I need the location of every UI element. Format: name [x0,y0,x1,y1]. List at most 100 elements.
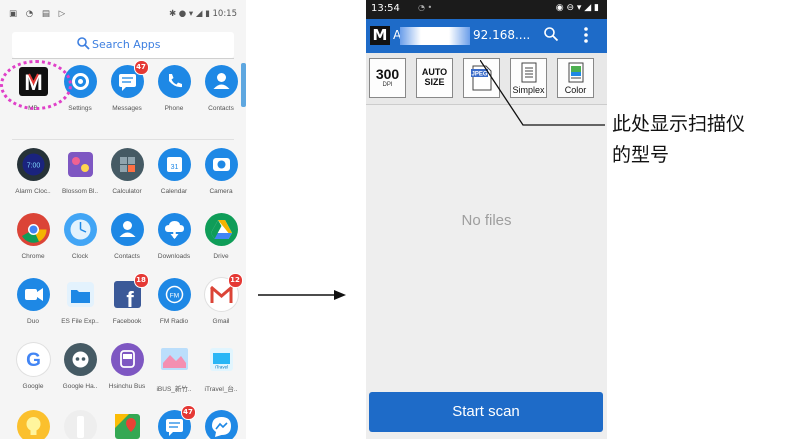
calendar-icon: 31 [157,148,191,181]
right-arrow-icon [258,290,346,300]
bulb-icon [16,410,50,439]
app-label: Contacts [114,253,140,260]
app-label: FM Radio [159,318,189,325]
paper-size-button[interactable]: AUTO SIZE [416,58,453,98]
app-label: Chrome [21,253,45,260]
svg-text:7:00: 7:00 [26,163,40,170]
app-icon-alarm-cloc[interactable]: 7:00 Alarm Cloc.. [9,148,57,195]
empty-state-message: No files [461,212,512,229]
app-icon-fm-radio[interactable]: FM FM Radio [150,278,198,325]
facebook-icon: f 18 [111,273,149,312]
app-icon-calculator[interactable]: Calculator [103,148,151,195]
search-apps-bar[interactable]: Search Apps [12,32,234,58]
svg-text:G: G [26,350,41,371]
search-placeholder: Search Apps [92,38,161,51]
app-icon-blossom-bl[interactable]: Blossom Bl.. [56,148,104,195]
notification-badge: 18 [133,273,149,288]
map-thumbnail-icon [158,343,191,376]
app-icon-downloads[interactable]: Downloads [150,213,198,260]
resolution-button[interactable]: 300 DPI [369,58,406,98]
callout-text: 此处显示扫描仪 的型号 [612,109,797,171]
app-label: ES File Exp.. [61,318,99,325]
bus-icon [110,343,144,376]
app-icon-messenger[interactable] [197,410,245,439]
app-icon-calendar[interactable]: 31 Calendar [150,148,198,195]
status-icons: ✱ ● ▾ ◢ ▮ 10:15 [168,9,238,19]
app-icon-clock[interactable]: Clock [56,213,104,260]
app-icon-contacts[interactable]: Contacts [103,213,151,260]
app-label: iBUS_新竹.. [156,386,192,393]
start-scan-button[interactable]: Start scan [369,392,603,432]
app-label: Clock [71,253,89,260]
app-icon-itravel[interactable]: iTravel iTravel_台.. [197,343,245,393]
scanner-model-area [400,27,470,45]
app-label: Gmail [212,318,230,325]
contacts-icon [204,65,238,98]
app-label: Calculator [112,188,142,195]
message-icon: 47 [110,60,149,98]
google-icon: G [16,343,50,376]
notification-badge: 12 [227,273,243,288]
svg-text:31: 31 [170,164,178,171]
notification-icons: ◔ • [418,3,433,12]
callout-leader-line [480,60,605,126]
video-icon [16,278,50,311]
app-icon-drive[interactable]: Drive [197,213,245,260]
contacts-icon [110,213,144,246]
app-drawer-screen: ▣ ◔ ▤ ▷ ✱ ● ▾ ◢ ▮ 10:15 Search Apps M MB S… [0,0,246,439]
clock-icon [63,213,97,246]
notification-icons: ▣ ◔ ▤ ▷ [9,9,69,19]
search-icon[interactable] [543,26,559,42]
app-icon-messages[interactable]: 47 Messages [103,60,151,112]
app-label: Calendar [160,188,188,195]
app-icon-google[interactable]: G Google [9,343,57,390]
app-icon-google-ha[interactable]: Google Ha.. [56,343,104,390]
size-line1: AUTO [421,67,448,77]
radio-icon: FM [157,278,191,311]
message-icon: 47 [157,405,196,439]
app-icon-maps[interactable] [103,410,151,439]
app-icon-camera[interactable]: Camera [197,148,245,195]
app-icon-bulb[interactable] [9,410,57,439]
mb-logo-icon: M [370,26,390,45]
app-icon-gmail[interactable]: 12 Gmail [197,273,245,325]
app-icon-flashlight[interactable] [56,410,104,439]
phone-icon [157,65,191,98]
itravel-icon: iTravel [205,343,238,376]
callout-line2: 的型号 [612,144,670,166]
app-icon-duo[interactable]: Duo [9,278,57,325]
app-label: Google Ha.. [62,383,98,390]
svg-text:f: f [126,287,134,311]
scanner-ip-address: 92.168.... [473,28,531,42]
callout-line1: 此处显示扫描仪 [612,113,746,135]
app-label: iTravel_台.. [204,386,238,393]
notification-badge: 47 [180,405,196,420]
app-label: Facebook [112,318,142,325]
app-label: Duo [27,318,39,325]
app-label: Messages [112,105,142,112]
app-label: Blossom Bl.. [61,188,99,195]
svg-text:iTravel: iTravel [214,365,227,370]
app-icon-contacts[interactable]: Contacts [197,65,245,112]
clock-face-icon: 7:00 [16,148,50,181]
status-time: 10:15 [212,9,238,19]
app-label: Drive [213,253,229,260]
gmail-icon: 12 [204,273,243,311]
status-icons: ◉ ⊖ ▾ ◢ ▮ [555,3,599,13]
app-icon-message[interactable]: 47 [150,405,198,439]
drive-icon [204,213,238,246]
divider [12,58,234,59]
notification-badge: 47 [133,60,149,75]
app-icon-hsinchu-bus[interactable]: Hsinchu Bus [103,343,151,390]
app-icon-phone[interactable]: Phone [150,65,198,112]
status-bar: ▣ ◔ ▤ ▷ ✱ ● ▾ ◢ ▮ 10:15 [0,0,246,30]
chrome-icon [16,213,50,246]
app-icon-ibus[interactable]: iBUS_新竹.. [150,343,198,393]
app-label: Camera [209,188,233,195]
svg-text:FM: FM [169,293,178,300]
app-icon-facebook[interactable]: f 18 Facebook [103,273,151,325]
app-icon-chrome[interactable]: Chrome [9,213,57,260]
app-label: Contacts [208,105,234,112]
app-icon-es-file-exp[interactable]: ES File Exp.. [56,278,104,325]
overflow-menu-icon[interactable] [584,26,588,44]
